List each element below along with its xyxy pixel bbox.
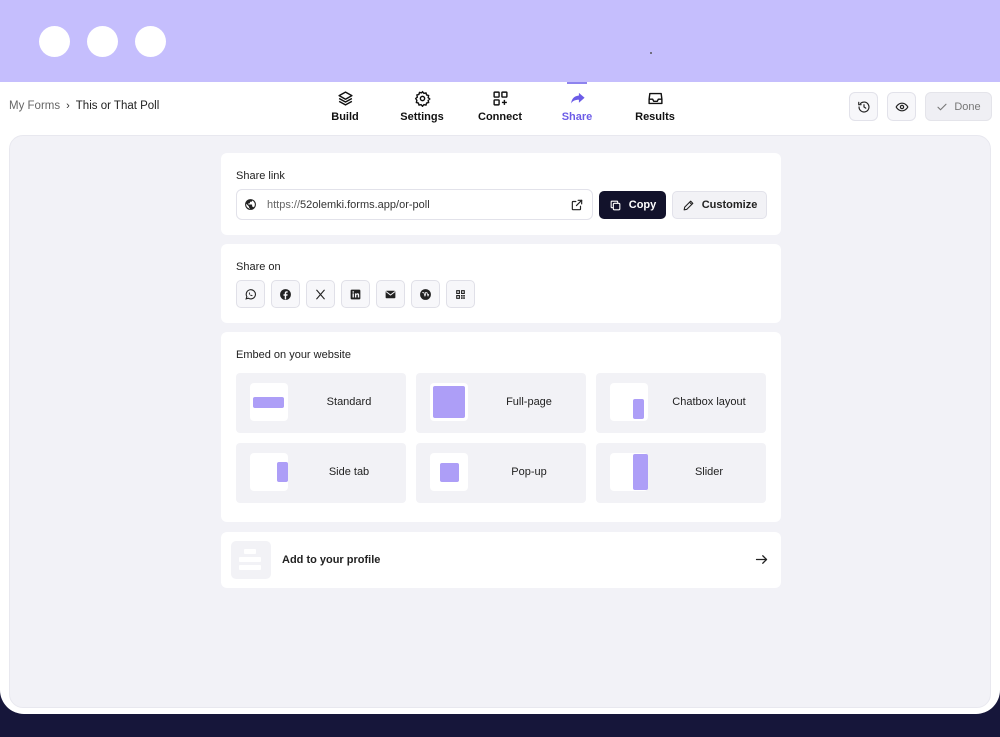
- history-icon: [857, 100, 869, 113]
- customize-button[interactable]: Customize: [672, 191, 767, 219]
- copy-button[interactable]: Copy: [599, 191, 666, 219]
- tab-label: Settings: [400, 111, 444, 123]
- tab-label: Connect: [478, 111, 522, 123]
- globe-icon: [245, 199, 256, 210]
- check-icon: [937, 103, 947, 111]
- preview-button[interactable]: [887, 92, 916, 121]
- grid-plus-icon: [492, 91, 508, 106]
- history-button[interactable]: [849, 92, 878, 121]
- embed-preview: [610, 383, 648, 421]
- embed-option-side-tab[interactable]: Side tab: [236, 443, 406, 503]
- tab-label: Results: [635, 111, 675, 123]
- arrow-right-icon: [755, 555, 768, 564]
- pencil-icon: [683, 200, 694, 210]
- embed-card: Embed on your website Standard Full-page…: [221, 332, 781, 522]
- share-canvas: Share link https://52olemki.forms.app/or…: [9, 135, 991, 708]
- embed-option-pop-up[interactable]: Pop-up: [416, 443, 586, 503]
- embed-option-label: Chatbox layout: [672, 396, 746, 408]
- window-control-dot[interactable]: [39, 26, 70, 57]
- embed-option-label: Slider: [694, 466, 724, 478]
- embed-option-full-page[interactable]: Full-page: [416, 373, 586, 433]
- tab-results[interactable]: Results: [615, 90, 695, 123]
- embed-preview: [430, 383, 468, 421]
- share-url-text: https://52olemki.forms.app/or-poll: [267, 199, 570, 211]
- profile-icon-bar: [244, 549, 256, 554]
- linkedin-icon: [350, 289, 361, 299]
- wordpress-share-button[interactable]: [411, 280, 440, 308]
- qr-code-icon: [456, 289, 465, 299]
- embed-option-chatbox-layout[interactable]: Chatbox layout: [596, 373, 766, 433]
- external-link-icon[interactable]: [570, 198, 584, 212]
- embed-preview-shape: [633, 454, 648, 490]
- embed-preview-shape: [277, 462, 288, 482]
- wordpress-icon: [420, 288, 431, 300]
- profile-icon-bar: [239, 565, 261, 570]
- embed-preview-shape: [433, 386, 465, 418]
- inbox-icon: [647, 92, 663, 105]
- embed-option-slider[interactable]: Slider: [596, 443, 766, 503]
- x-share-button[interactable]: [306, 280, 335, 308]
- app-window: My Forms › This or That Poll Build Setti…: [0, 0, 1000, 714]
- share-arrow-icon: [570, 92, 585, 104]
- tab-share[interactable]: Share: [537, 82, 617, 123]
- share-on-card: Share on: [221, 244, 781, 323]
- copy-label: Copy: [628, 199, 657, 211]
- tab-label: Build: [331, 111, 359, 123]
- eye-icon: [895, 102, 908, 111]
- x-icon: [316, 289, 325, 299]
- window-control-dot[interactable]: [87, 26, 118, 57]
- whatsapp-icon: [245, 288, 256, 300]
- embed-preview: [250, 383, 288, 421]
- profile-icon-bar: [239, 557, 261, 562]
- embed-preview-shape: [633, 399, 644, 419]
- tab-settings[interactable]: Settings: [382, 90, 462, 123]
- section-title: Embed on your website: [236, 349, 351, 361]
- done-button[interactable]: Done: [925, 92, 992, 121]
- done-label: Done: [954, 100, 981, 113]
- customize-label: Customize: [701, 199, 758, 211]
- embed-option-label: Pop-up: [511, 466, 547, 478]
- facebook-icon: [280, 288, 291, 300]
- layers-icon: [337, 91, 353, 106]
- linkedin-share-button[interactable]: [341, 280, 370, 308]
- embed-preview-shape: [440, 463, 459, 482]
- embed-preview-shape: [253, 397, 284, 408]
- share-link-card: Share link https://52olemki.forms.app/or…: [221, 153, 781, 235]
- add-to-profile-card[interactable]: Add to your profile: [221, 532, 781, 588]
- section-title: Share link: [236, 170, 285, 182]
- qr-code-share-button[interactable]: [446, 280, 475, 308]
- active-tab-indicator: [567, 82, 587, 84]
- url-prefix: https://: [267, 198, 301, 211]
- email-icon: [385, 290, 396, 298]
- header-actions: Done: [849, 92, 992, 121]
- share-url-field[interactable]: https://52olemki.forms.app/or-poll: [236, 189, 593, 220]
- window-titlebar: [0, 0, 1000, 82]
- embed-option-label: Full-page: [506, 396, 552, 408]
- embed-option-label: Side tab: [328, 466, 370, 478]
- section-title: Share on: [236, 261, 281, 273]
- tab-label: Share: [561, 111, 593, 123]
- url-path: 52olemki.forms.app/or-poll: [300, 198, 430, 211]
- facebook-share-button[interactable]: [271, 280, 300, 308]
- top-bar: My Forms › This or That Poll Build Setti…: [0, 82, 1000, 134]
- add-to-profile-label: Add to your profile: [282, 554, 381, 566]
- social-share-row: [236, 280, 475, 308]
- embed-preview: [610, 453, 648, 491]
- tab-connect[interactable]: Connect: [460, 90, 540, 123]
- copy-icon: [610, 200, 621, 210]
- embed-option-label: Standard: [326, 396, 372, 408]
- embed-option-standard[interactable]: Standard: [236, 373, 406, 433]
- profile-icon: [231, 541, 271, 579]
- embed-preview: [250, 453, 288, 491]
- window-control-dot[interactable]: [135, 26, 166, 57]
- email-share-button[interactable]: [376, 280, 405, 308]
- tab-build[interactable]: Build: [305, 90, 385, 123]
- gear-icon: [414, 90, 431, 107]
- embed-preview: [430, 453, 468, 491]
- titlebar-speck: [650, 52, 652, 54]
- whatsapp-share-button[interactable]: [236, 280, 265, 308]
